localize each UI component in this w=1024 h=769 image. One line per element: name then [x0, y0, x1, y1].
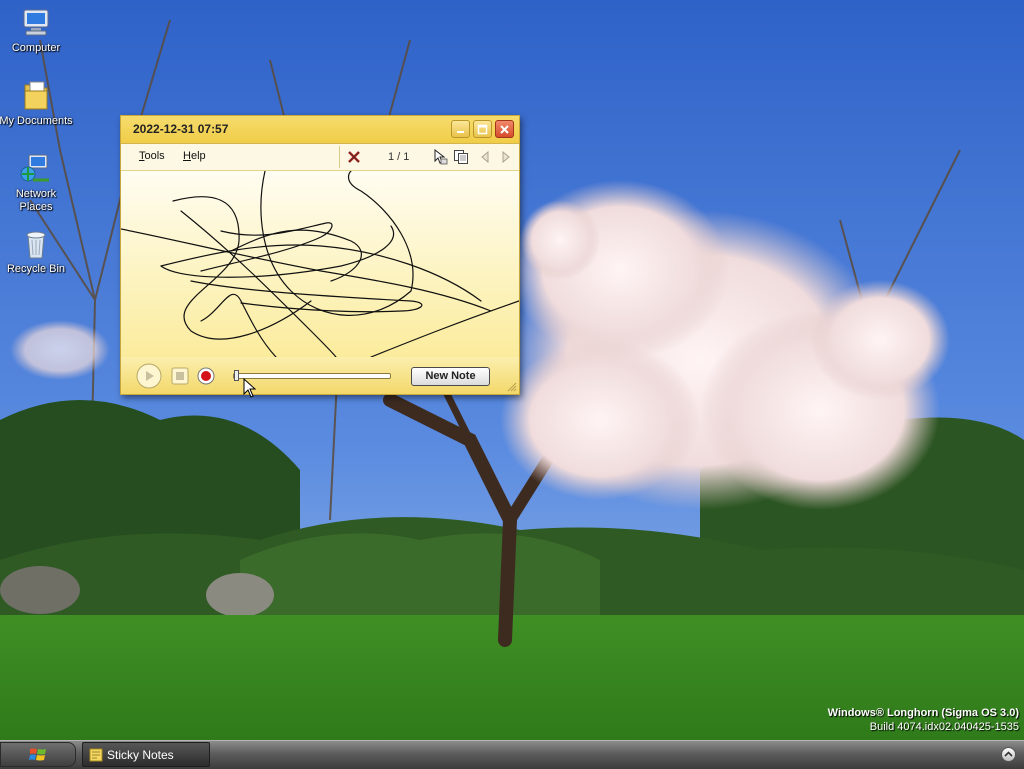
- resize-grip-icon[interactable]: [507, 382, 517, 392]
- start-button[interactable]: [0, 742, 76, 767]
- show-more-chevron-icon: [1004, 751, 1013, 757]
- note-title: 2022-12-31 07:57: [133, 122, 229, 136]
- title-bar[interactable]: 2022-12-31 07:57: [121, 116, 519, 144]
- delete-note-icon[interactable]: [346, 149, 362, 165]
- note-toolbar: Tools Help 1 / 1: [121, 144, 519, 171]
- minimize-button[interactable]: [451, 120, 470, 138]
- computer-icon: [19, 6, 53, 40]
- desktop-icon-network-places[interactable]: Network Places: [0, 152, 74, 214]
- close-button[interactable]: [495, 120, 514, 138]
- sticky-notes-icon: [89, 748, 103, 762]
- play-button[interactable]: [136, 363, 162, 389]
- desktop-icon-recycle-bin[interactable]: Recycle Bin: [0, 227, 74, 276]
- network-places-icon: [19, 152, 53, 186]
- close-icon: [500, 124, 509, 134]
- copy-icon[interactable]: [453, 149, 469, 165]
- maximize-button[interactable]: [473, 120, 492, 138]
- desktop-icon-label: Recycle Bin: [6, 263, 66, 275]
- desktop-icon-computer[interactable]: Computer: [0, 6, 74, 55]
- taskbar-item-label: Sticky Notes: [107, 748, 174, 762]
- pointer-icon[interactable]: [432, 149, 448, 165]
- new-note-button[interactable]: New Note: [411, 367, 490, 386]
- documents-folder-icon: [19, 79, 53, 113]
- menu-tools[interactable]: Tools: [139, 150, 165, 162]
- stop-icon: [171, 367, 189, 385]
- page-counter: 1 / 1: [388, 151, 410, 163]
- record-button[interactable]: [197, 367, 215, 385]
- desktop-icon-my-documents[interactable]: My Documents: [0, 79, 74, 128]
- next-note-icon[interactable]: [498, 149, 514, 165]
- ink-canvas[interactable]: [121, 171, 519, 357]
- recycle-bin-icon: [19, 227, 53, 261]
- mouse-cursor-icon: [243, 378, 257, 398]
- stop-button[interactable]: [171, 367, 189, 385]
- ink-scribble-drawing: [121, 171, 519, 357]
- menu-help[interactable]: Help: [183, 150, 206, 162]
- previous-note-icon[interactable]: [477, 149, 493, 165]
- minimize-icon: [457, 130, 464, 133]
- sticky-notes-window[interactable]: 2022-12-31 07:57 Tools Help 1 / 1 New No…: [120, 115, 520, 395]
- taskbar: Sticky Notes: [0, 740, 1024, 769]
- watermark-os-name: Windows® Longhorn (Sigma OS 3.0): [827, 707, 1019, 719]
- windows-logo-icon: [29, 748, 46, 760]
- desktop-icon-label: Network Places: [15, 188, 57, 213]
- toolbar-separator: [339, 146, 340, 168]
- desktop-icon-label: My Documents: [0, 115, 73, 127]
- play-icon: [136, 363, 162, 389]
- watermark-build-number: Build 4074.idx02.040425-1535: [869, 721, 1019, 733]
- playback-controls: New Note: [121, 357, 519, 394]
- taskbar-item-sticky-notes[interactable]: Sticky Notes: [82, 742, 210, 767]
- maximize-icon: [477, 124, 488, 134]
- build-watermark: Windows® Longhorn (Sigma OS 3.0) Build 4…: [828, 706, 1019, 734]
- desktop-icon-label: Computer: [11, 42, 61, 54]
- playback-slider-thumb[interactable]: [234, 370, 239, 381]
- tray-expand-button[interactable]: [1001, 747, 1016, 762]
- record-icon: [197, 367, 215, 385]
